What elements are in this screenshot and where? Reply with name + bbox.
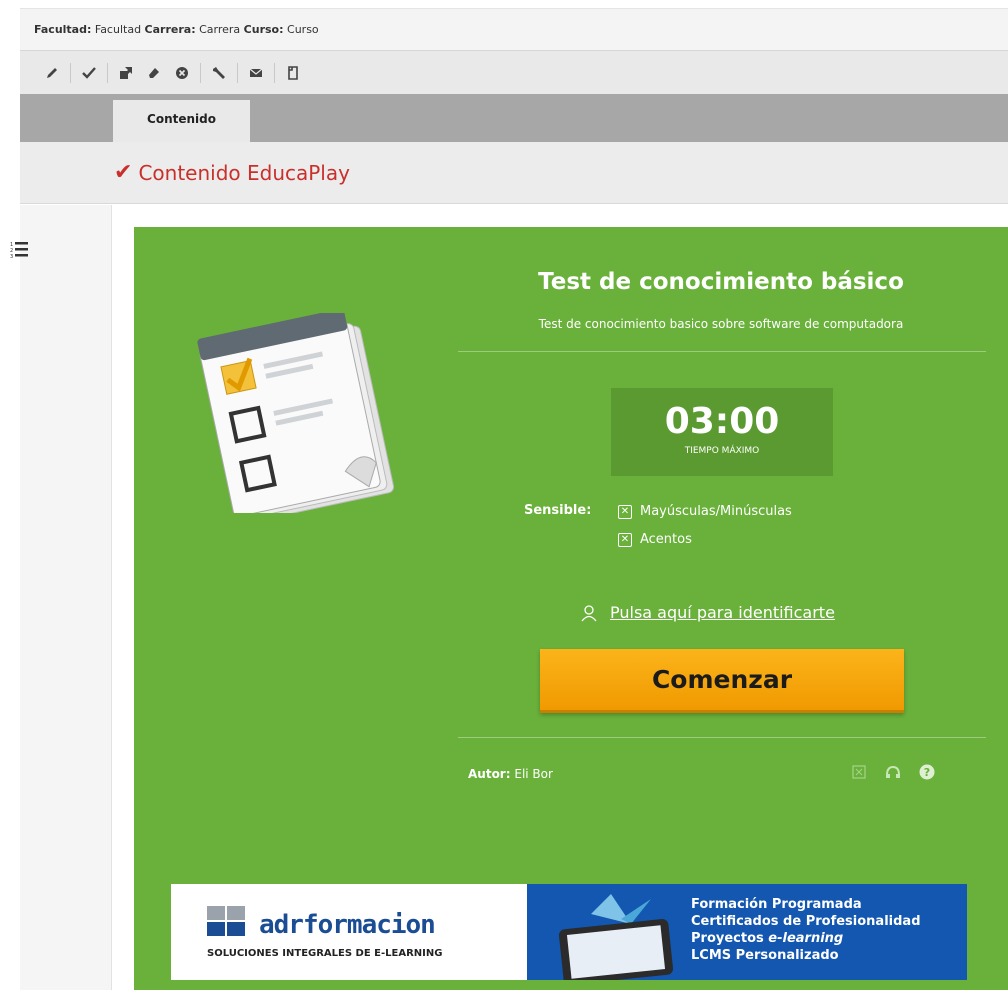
banner-line-prefix: Proyectos	[691, 931, 769, 946]
banner-line: LCMS Personalizado	[691, 948, 839, 963]
identify-link[interactable]: Pulsa aquí para identificarte	[580, 603, 835, 622]
breadcrumb-facultad-label: Facultad:	[34, 23, 92, 36]
check-icon[interactable]	[75, 59, 103, 87]
toolbar-separator	[274, 62, 275, 83]
option-label: Acentos	[640, 532, 692, 547]
envelope-icon[interactable]	[242, 59, 270, 87]
divider	[458, 351, 986, 352]
option-acentos: ✕ Acentos	[618, 532, 692, 547]
delete-circle-icon[interactable]	[168, 59, 196, 87]
pencil-icon[interactable]	[38, 59, 66, 87]
start-button[interactable]: Comenzar	[540, 649, 904, 713]
footer-icons: ?	[850, 763, 936, 781]
section-header: ✔ Contenido EducaPlay	[20, 142, 1008, 204]
breadcrumb-facultad-value: Facultad	[94, 23, 142, 36]
checked-box-icon: ✕	[618, 532, 632, 547]
toolbar-separator	[70, 62, 71, 83]
breadcrumb-carrera-label: Carrera:	[144, 23, 196, 36]
tablet-illustration-icon	[558, 894, 674, 980]
identify-link-text[interactable]: Pulsa aquí para identificarte	[610, 603, 835, 622]
check-icon: ✔	[114, 160, 133, 185]
sound-icon[interactable]	[884, 763, 902, 781]
quiz-notepad-icon	[197, 313, 395, 513]
sidebar	[20, 205, 112, 990]
numbered-list-icon[interactable]: 1 2 3	[10, 240, 30, 264]
timer-value: 03:00	[664, 401, 780, 442]
breadcrumb-curso-label: Curso:	[243, 23, 284, 36]
timer-label: TIEMPO MÁXIMO	[684, 446, 760, 456]
banner-logo-text: adrformacion	[259, 910, 436, 940]
toolbar-separator	[237, 62, 238, 83]
ad-banner[interactable]: adrformacion SOLUCIONES INTEGRALES DE E-…	[171, 884, 967, 980]
banner-text-lines: Formación Programada Certificados de Pro…	[691, 896, 921, 964]
wrench-icon[interactable]	[205, 59, 233, 87]
toolbar-separator	[107, 62, 108, 83]
option-label: Mayúsculas/Minúsculas	[640, 504, 792, 519]
tab-contenido[interactable]: Contenido	[113, 100, 250, 142]
breadcrumb: Facultad: Facultad Carrera: Carrera Curs…	[20, 8, 1008, 50]
quiz-subtitle: Test de conocimiento basico sobre softwa…	[538, 317, 904, 331]
quiz-title: Test de conocimiento básico	[538, 269, 904, 295]
educaplay-quiz: Test de conocimiento básico Test de cono…	[134, 227, 1008, 990]
section-title: Contenido EducaPlay	[138, 160, 350, 185]
user-icon	[581, 604, 597, 621]
export-icon[interactable]	[112, 59, 140, 87]
sensible-label: Sensible:	[524, 503, 592, 518]
help-icon[interactable]: ?	[918, 763, 936, 781]
tab-bar: Contenido	[20, 94, 1008, 142]
banner-tagline: SOLUCIONES INTEGRALES DE E-LEARNING	[207, 948, 443, 959]
breadcrumb-carrera-value: Carrera	[199, 23, 241, 36]
banner-line: Certificados de Profesionalidad	[691, 914, 921, 929]
eraser-icon[interactable]	[140, 59, 168, 87]
svg-text:?: ?	[924, 766, 930, 779]
document-icon[interactable]	[279, 59, 307, 87]
adrformacion-logo-icon	[207, 906, 245, 936]
toolbar-separator	[200, 62, 201, 83]
author-name: Eli Bor	[514, 767, 553, 781]
banner-line-em: e-learning	[768, 931, 844, 946]
toolbar	[20, 50, 1008, 94]
svg-text:3: 3	[10, 254, 13, 260]
option-mayusculas: ✕ Mayúsculas/Minúsculas	[618, 504, 792, 519]
checked-box-icon: ✕	[618, 504, 632, 519]
banner-line: Formación Programada	[691, 897, 862, 912]
timer-box: 03:00 TIEMPO MÁXIMO	[611, 388, 833, 476]
fullscreen-icon[interactable]	[850, 763, 868, 781]
author-label: Autor:	[468, 767, 511, 781]
breadcrumb-curso-value: Curso	[287, 23, 319, 36]
author: Autor: Eli Bor	[468, 767, 553, 781]
divider	[458, 737, 986, 738]
banner-line: Proyectos e-learning	[691, 930, 921, 947]
